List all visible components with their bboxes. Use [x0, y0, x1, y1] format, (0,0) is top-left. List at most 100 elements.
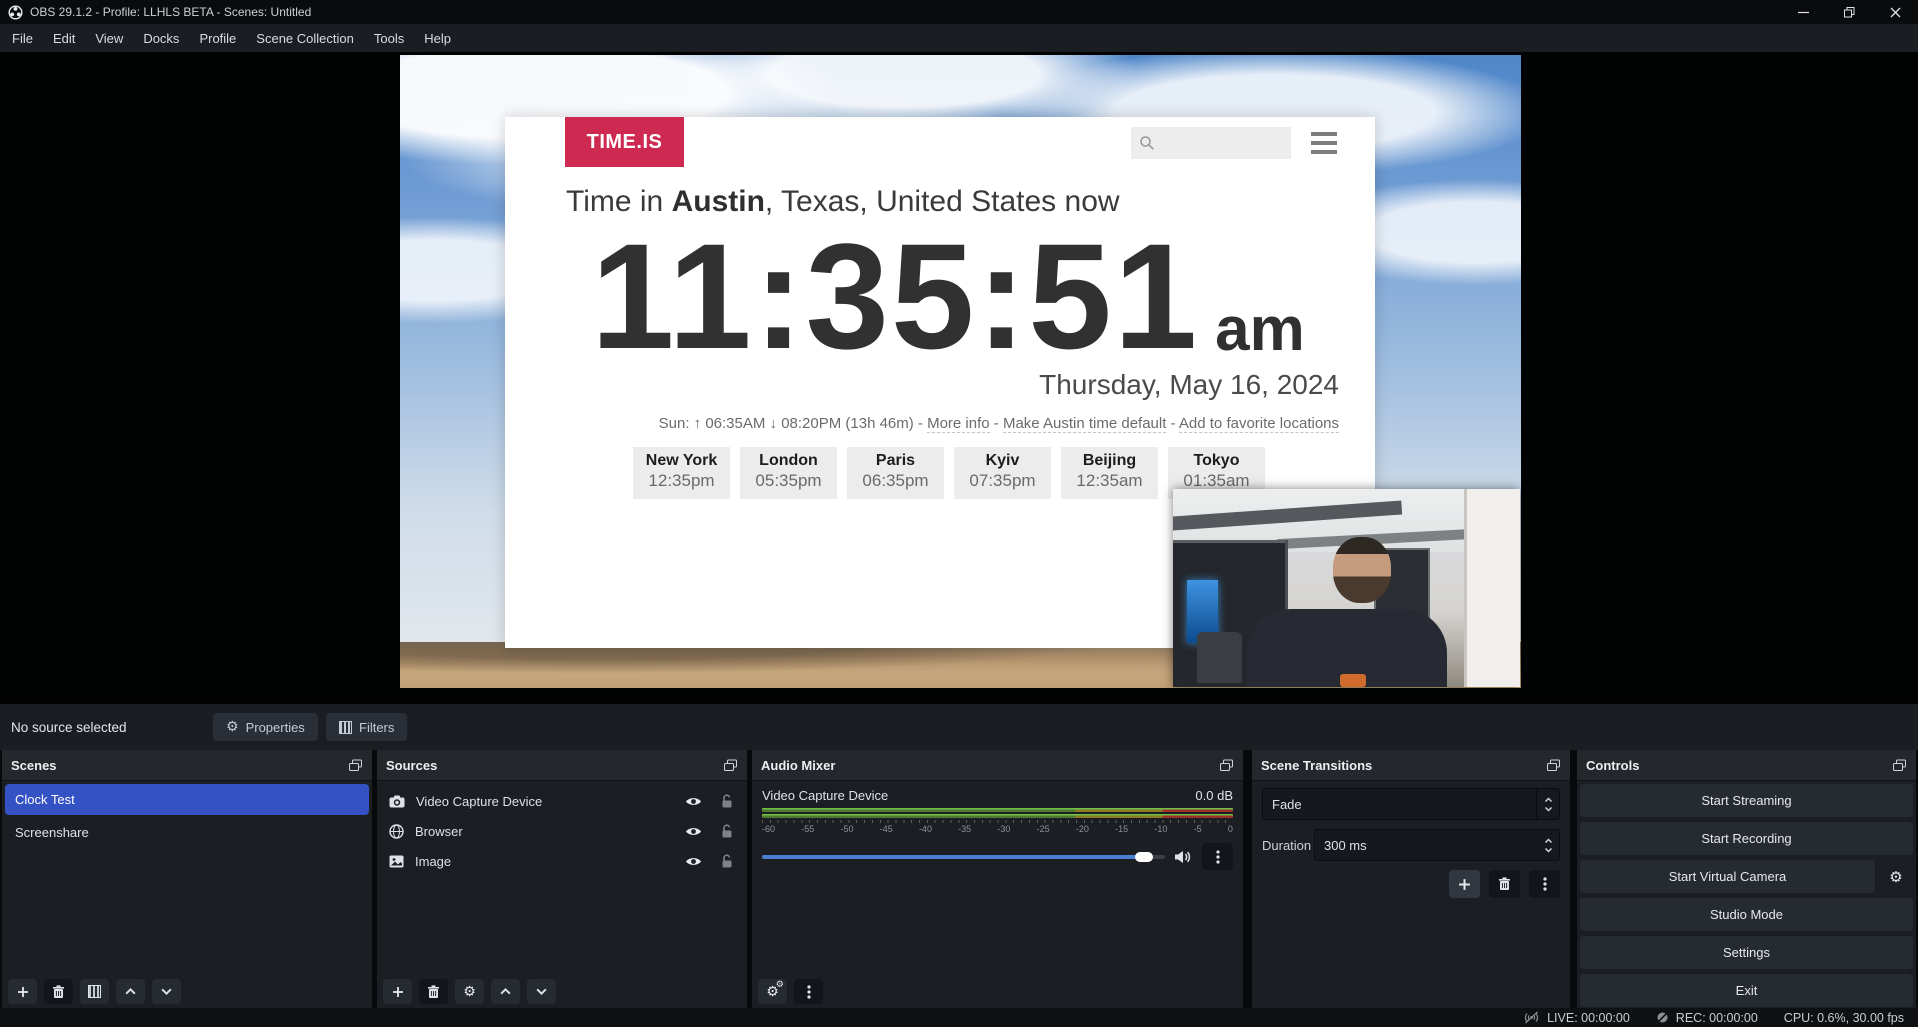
transition-select[interactable]: Fade — [1262, 788, 1560, 820]
chevron-down-icon — [1544, 806, 1553, 812]
add-scene-button[interactable] — [8, 979, 37, 1004]
meter-tick-label: -25 — [1037, 824, 1050, 834]
remove-scene-button[interactable] — [44, 979, 73, 1004]
search-icon — [1139, 135, 1155, 151]
visibility-eye-icon[interactable] — [685, 826, 702, 837]
rec-status: REC: 00:00:00 — [1656, 1011, 1758, 1025]
trash-icon — [1498, 877, 1511, 891]
menu-tools[interactable]: Tools — [364, 24, 414, 52]
scene-item-screenshare[interactable]: Screenshare — [5, 817, 369, 848]
plus-icon — [17, 986, 29, 998]
lock-icon[interactable] — [721, 794, 733, 808]
settings-button[interactable]: Settings — [1580, 936, 1913, 969]
transition-menu-button[interactable] — [1529, 870, 1560, 898]
title-bar[interactable]: OBS 29.1.2 - Profile: LLHLS BETA - Scene… — [0, 0, 1918, 24]
meter-tick-label: -45 — [880, 824, 893, 834]
world-cities-row: New York12:35pm London05:35pm Paris06:35… — [633, 447, 1265, 499]
controls-panel: Controls Start Streaming Start Recording… — [1577, 750, 1916, 1008]
meter-tick-label: -20 — [1076, 824, 1089, 834]
channel-name: Video Capture Device — [762, 788, 888, 803]
meter-tick-label: -40 — [919, 824, 932, 834]
popout-icon[interactable] — [723, 759, 738, 772]
source-list: Video Capture Device Browser Image — [377, 781, 747, 876]
menu-scene-collection[interactable]: Scene Collection — [246, 24, 364, 52]
menu-help[interactable]: Help — [414, 24, 461, 52]
move-scene-up-button[interactable] — [116, 979, 145, 1004]
popout-icon[interactable] — [1892, 759, 1907, 772]
filters-button[interactable]: Filters — [326, 713, 407, 741]
add-source-button[interactable] — [383, 979, 412, 1004]
minimize-button[interactable] — [1780, 0, 1826, 24]
dock-area: Scenes Clock Test Screenshare — [0, 750, 1918, 1008]
webcam-overlay[interactable] — [1173, 489, 1520, 687]
meter-tick-label: -30 — [997, 824, 1010, 834]
video-preview[interactable]: TIME.IS Time in Austin, Texas, United St… — [400, 55, 1521, 688]
duration-spinbox[interactable]: 300 ms — [1314, 829, 1560, 861]
speaker-mute-icon[interactable] — [1174, 850, 1192, 864]
popout-icon[interactable] — [1219, 759, 1234, 772]
lock-icon[interactable] — [721, 854, 733, 868]
source-properties-button[interactable]: ⚙ — [455, 979, 484, 1004]
scene-transitions-panel: Scene Transitions Fade Duration — [1252, 750, 1570, 1008]
scene-filters-button[interactable] — [80, 979, 109, 1004]
clock-time: 11:35:51 — [591, 221, 1199, 371]
meter-tick-label: -10 — [1154, 824, 1167, 834]
source-item-video-capture[interactable]: Video Capture Device — [377, 786, 747, 816]
menu-docks[interactable]: Docks — [133, 24, 189, 52]
menu-profile[interactable]: Profile — [189, 24, 246, 52]
menu-file[interactable]: File — [2, 24, 43, 52]
popout-icon[interactable] — [348, 759, 363, 772]
virtual-camera-config-button[interactable]: ⚙ — [1879, 860, 1913, 893]
scenes-panel: Scenes Clock Test Screenshare — [2, 750, 372, 1008]
remove-transition-button[interactable] — [1489, 870, 1520, 898]
advanced-audio-button[interactable]: ⚙⚙ — [758, 979, 787, 1004]
chevron-up-icon — [124, 987, 137, 996]
record-inactive-icon — [1656, 1011, 1669, 1024]
start-streaming-button[interactable]: Start Streaming — [1580, 784, 1913, 817]
move-source-down-button[interactable] — [527, 979, 556, 1004]
channel-menu-button[interactable] — [1202, 843, 1233, 870]
lock-icon[interactable] — [721, 824, 733, 838]
meter-tick-label: -35 — [958, 824, 971, 834]
scenes-panel-header[interactable]: Scenes — [2, 750, 372, 781]
restore-button[interactable] — [1826, 0, 1872, 24]
properties-button[interactable]: ⚙ Properties — [213, 713, 318, 741]
kebab-menu-icon — [807, 985, 811, 999]
visibility-eye-icon[interactable] — [685, 796, 702, 807]
popout-icon[interactable] — [1546, 759, 1561, 772]
transitions-header[interactable]: Scene Transitions — [1252, 750, 1570, 781]
cpu-fps-status: CPU: 0.6%, 30.00 fps — [1784, 1011, 1904, 1025]
exit-button[interactable]: Exit — [1580, 974, 1913, 1007]
visibility-eye-icon[interactable] — [685, 856, 702, 867]
city-card: Beijing12:35am — [1061, 447, 1158, 499]
broadcast-inactive-icon — [1523, 1011, 1540, 1024]
controls-header[interactable]: Controls — [1577, 750, 1916, 781]
plus-icon — [392, 986, 404, 998]
filters-icon — [88, 985, 101, 998]
scene-item-clock-test[interactable]: Clock Test — [5, 784, 369, 815]
close-button[interactable] — [1872, 0, 1918, 24]
source-item-image[interactable]: Image — [377, 846, 747, 876]
menu-view[interactable]: View — [85, 24, 133, 52]
chevron-up-icon — [1544, 838, 1553, 844]
gear-icon: ⚙ — [226, 720, 239, 734]
start-virtual-camera-button[interactable]: Start Virtual Camera — [1580, 860, 1875, 893]
start-recording-button[interactable]: Start Recording — [1580, 822, 1913, 855]
mixer-menu-button[interactable] — [794, 979, 823, 1004]
move-source-up-button[interactable] — [491, 979, 520, 1004]
meter-tick-label: -55 — [801, 824, 814, 834]
globe-icon — [389, 824, 404, 839]
remove-source-button[interactable] — [419, 979, 448, 1004]
source-item-browser[interactable]: Browser — [377, 816, 747, 846]
studio-mode-button[interactable]: Studio Mode — [1580, 898, 1913, 931]
channel-db-value: 0.0 dB — [1195, 788, 1233, 803]
menu-edit[interactable]: Edit — [43, 24, 85, 52]
scenes-toolbar — [8, 979, 366, 1004]
volume-slider[interactable] — [762, 852, 1165, 862]
volume-slider-handle[interactable] — [1135, 852, 1153, 862]
chevron-up-icon — [1544, 797, 1553, 803]
move-scene-down-button[interactable] — [152, 979, 181, 1004]
sources-panel-header[interactable]: Sources — [377, 750, 747, 781]
add-transition-button[interactable] — [1449, 870, 1480, 898]
audio-mixer-header[interactable]: Audio Mixer — [752, 750, 1243, 781]
